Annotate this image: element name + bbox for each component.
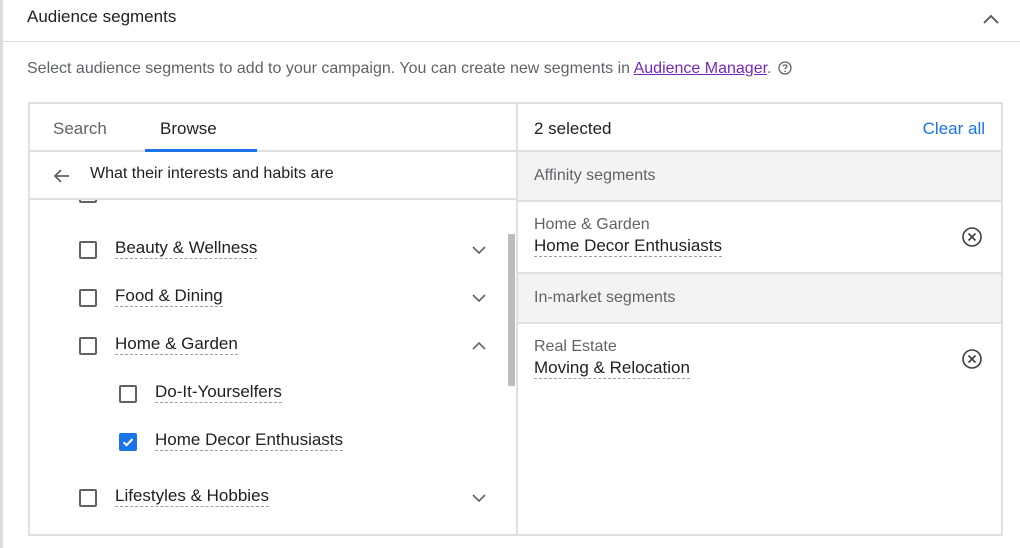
chevron-down-icon[interactable]	[470, 489, 488, 507]
audience-manager-link[interactable]: Audience Manager	[634, 60, 767, 77]
page-edge	[0, 0, 3, 548]
tab-search[interactable]: Search	[53, 119, 107, 139]
tab-browse[interactable]: Browse	[160, 119, 217, 139]
chevron-down-icon[interactable]	[470, 289, 488, 307]
checkbox[interactable]	[79, 200, 97, 203]
browse-pane: Search Browse What their interests and h…	[30, 104, 516, 534]
checkbox[interactable]	[119, 385, 137, 403]
description: Select audience segments to add to your …	[27, 60, 792, 78]
section-header[interactable]: Audience segments	[3, 0, 1020, 42]
breadcrumb-label: What their interests and habits are	[90, 165, 334, 182]
checkbox[interactable]	[79, 289, 97, 307]
list-item[interactable]: Do-It-Yourselfers	[30, 380, 500, 420]
item-parent: Real Estate	[534, 338, 617, 355]
group-header-in-market: In-market segments	[518, 274, 1001, 324]
selected-count: 2 selected	[534, 119, 612, 138]
list-item[interactable]: Banking & Finance	[30, 200, 500, 230]
list-item[interactable]: Home & Garden	[30, 332, 500, 372]
breadcrumb: What their interests and habits are	[30, 152, 516, 200]
item-label[interactable]: Home Decor Enthusiasts	[155, 430, 344, 451]
selected-item: Real Estate Moving & Relocation	[518, 324, 1001, 394]
selected-item: Home & Garden Home Decor Enthusiasts	[518, 202, 1001, 272]
help-circle-icon[interactable]	[777, 61, 792, 75]
item-label[interactable]: Do-It-Yourselfers	[155, 382, 282, 403]
group-title: In-market segments	[534, 289, 676, 306]
description-text: Select audience segments to add to your …	[27, 60, 634, 77]
arrow-back-icon[interactable]	[52, 166, 72, 186]
item-parent: Home & Garden	[534, 216, 650, 233]
checkbox[interactable]	[79, 489, 97, 507]
remove-circle-icon[interactable]	[961, 226, 983, 248]
chevron-down-icon[interactable]	[470, 241, 488, 259]
section-title: Audience segments	[27, 7, 177, 26]
item-label[interactable]: Home & Garden	[115, 334, 238, 355]
clear-all-button[interactable]: Clear all	[923, 119, 985, 139]
remove-circle-icon[interactable]	[961, 348, 983, 370]
item-name[interactable]: Moving & Relocation	[534, 358, 690, 379]
list-item[interactable]: Lifestyles & Hobbies	[30, 484, 500, 524]
checkbox[interactable]	[79, 337, 97, 355]
item-label[interactable]: Food & Dining	[115, 286, 223, 307]
list-item[interactable]: Food & Dining	[30, 284, 500, 324]
list-item[interactable]: Beauty & Wellness	[30, 236, 500, 276]
scrollbar[interactable]	[508, 234, 515, 386]
description-suffix: .	[767, 60, 772, 77]
checkbox[interactable]	[79, 241, 97, 259]
tab-bar: Search Browse	[30, 104, 516, 152]
item-label[interactable]: Lifestyles & Hobbies	[115, 486, 270, 507]
segment-picker: Search Browse What their interests and h…	[28, 102, 1003, 536]
list-item[interactable]: Home Decor Enthusiasts	[30, 428, 500, 468]
group-title: Affinity segments	[534, 167, 656, 184]
selected-pane: 2 selected Clear all Affinity segments H…	[518, 104, 1001, 534]
chevron-up-icon[interactable]	[470, 337, 488, 355]
item-name[interactable]: Home Decor Enthusiasts	[534, 236, 723, 257]
checkbox-checked[interactable]	[119, 433, 137, 451]
group-header-affinity: Affinity segments	[518, 152, 1001, 202]
selected-header: 2 selected Clear all	[518, 104, 1001, 152]
chevron-down-icon[interactable]	[470, 200, 488, 204]
item-label[interactable]: Beauty & Wellness	[115, 238, 258, 259]
category-list: Banking & Finance Beauty & Wellness Food…	[30, 200, 516, 534]
chevron-up-icon[interactable]	[979, 8, 1003, 30]
